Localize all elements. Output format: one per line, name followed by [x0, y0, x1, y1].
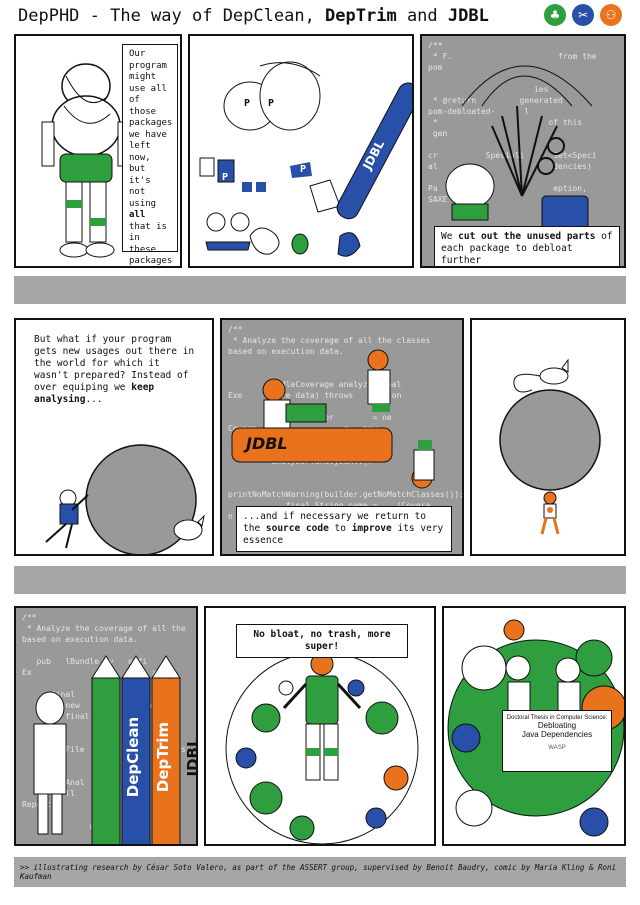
title-and: and	[396, 6, 448, 26]
logo-row: ♣ ✂ ⚇	[544, 4, 622, 26]
panel-1-caption: Our program might use all of those packa…	[122, 44, 178, 266]
bag-letter-4: P	[300, 164, 307, 175]
panel-3-caption: We cut out the unused parts of each pack…	[434, 226, 620, 266]
panel-8-caption: No bloat, no trash, more super!	[236, 624, 408, 658]
panel-9-thesis: Doctoral Thesis in Computer Science: Deb…	[442, 606, 626, 846]
thesis-poster: Doctoral Thesis in Computer Science: Deb…	[502, 710, 612, 772]
boulder-illustration	[499, 358, 601, 535]
panel-6-boulder	[470, 318, 626, 556]
panel-1-backpacker: Our program might use all of those packa…	[14, 34, 182, 268]
sisyphus-illustration	[45, 444, 205, 554]
title-jdbl: JDBL	[447, 6, 489, 26]
marker-label-jdbl: JDBL	[184, 737, 198, 777]
title-prefix: DepPHD - The way of DepClean,	[18, 6, 326, 26]
marker-label-deptrim: DepTrim	[154, 721, 172, 793]
title-deptrim: DepTrim	[325, 6, 397, 26]
marker-label-depclean: DepClean	[124, 716, 142, 798]
gray-band-2	[14, 566, 626, 594]
panel-8-superhero: No bloat, no trash, more super!	[204, 606, 436, 846]
bag-letter-1: P	[244, 98, 251, 109]
jdbl-logo: ⚇	[600, 4, 622, 26]
deptrim-logo: ✂	[572, 4, 594, 26]
footer-text: >> illustrating research by César Soto V…	[20, 863, 617, 881]
poster-sponsor: WASP	[548, 745, 566, 751]
panel-5-scanner-label: JDBL	[246, 434, 288, 453]
panel-5-figures: /** * Analyze the coverage of all the cl…	[220, 318, 464, 556]
gray-band-1	[14, 276, 626, 304]
depclean-logo: ♣	[544, 4, 566, 26]
bag-letter-3: P	[222, 172, 229, 183]
panel-7-markers: /** * Analyze the coverage of all the ba…	[14, 606, 198, 846]
comic-title: DepPHD - The way of DepClean, DepTrim an…	[18, 6, 489, 26]
panel-5-caption: ...and if necessary we return to the sou…	[236, 506, 452, 552]
panel-4-sisyphus: But what if your program gets new usages…	[14, 318, 214, 556]
panel-2-unpacked-items: P P P P JDBL	[188, 34, 414, 268]
poster-line-2: Debloating	[537, 721, 577, 730]
footer-credits: >> illustrating research by César Soto V…	[14, 857, 626, 887]
panel-3-tree-cut: /** * F. from the pom ies * @return gene…	[420, 34, 626, 268]
bag-letter-2: P	[268, 98, 275, 109]
poster-line-3: Java Dependencies	[521, 730, 593, 739]
